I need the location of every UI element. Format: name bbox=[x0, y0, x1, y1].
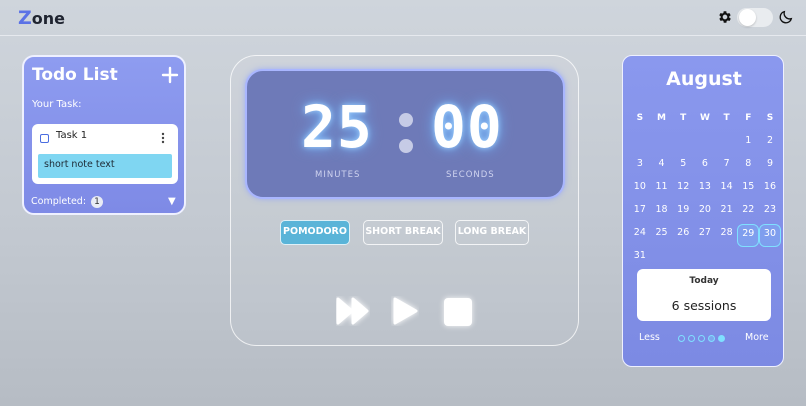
weekday-label: T bbox=[723, 113, 730, 123]
day-cell[interactable] bbox=[651, 132, 673, 155]
legend-dot bbox=[688, 335, 695, 342]
day-cell[interactable]: 1 bbox=[737, 132, 759, 155]
task-checkbox[interactable] bbox=[40, 134, 49, 143]
weekday-label: M bbox=[657, 113, 667, 123]
weekday-label: S bbox=[766, 113, 774, 123]
today-card: Today 6 sessions bbox=[637, 269, 771, 321]
colon-dot-top bbox=[399, 113, 413, 127]
day-cell[interactable]: 15 bbox=[737, 178, 759, 201]
day-cell[interactable]: 18 bbox=[651, 201, 673, 224]
pomodoro-button[interactable]: POMODORO bbox=[280, 220, 350, 245]
completed-count-badge: 1 bbox=[91, 196, 104, 208]
week-row: 31 bbox=[629, 247, 783, 270]
day-cell[interactable] bbox=[629, 132, 651, 155]
legend-dot bbox=[708, 335, 715, 342]
minutes-value: 25 bbox=[301, 93, 373, 161]
day-cell[interactable]: 28 bbox=[716, 224, 738, 247]
task-card: Task 1 short note text bbox=[32, 124, 178, 184]
theme-toggle[interactable] bbox=[737, 8, 773, 27]
week-row: 1 2 bbox=[629, 132, 783, 155]
day-cell[interactable]: 13 bbox=[694, 178, 716, 201]
more-options-icon[interactable] bbox=[161, 132, 165, 144]
day-cell[interactable]: 11 bbox=[651, 178, 673, 201]
day-cell[interactable]: 22 bbox=[737, 201, 759, 224]
logo[interactable]: Zone bbox=[18, 7, 65, 29]
legend-dot bbox=[678, 335, 685, 342]
minutes-label: MINUTES bbox=[315, 170, 361, 180]
short-break-button[interactable]: SHORT BREAK bbox=[363, 220, 443, 245]
day-cell-highlighted[interactable]: 29 bbox=[737, 224, 760, 247]
day-cell[interactable]: 10 bbox=[629, 178, 651, 201]
day-cell[interactable]: 3 bbox=[629, 155, 651, 178]
legend-more-label: More bbox=[745, 332, 769, 343]
day-cell[interactable]: 19 bbox=[672, 201, 694, 224]
day-cell[interactable]: 14 bbox=[716, 178, 738, 201]
task-note[interactable]: short note text bbox=[38, 154, 172, 178]
day-cell[interactable]: 31 bbox=[629, 247, 651, 270]
day-cell[interactable]: 20 bbox=[694, 201, 716, 224]
day-cell-highlighted[interactable]: 30 bbox=[759, 224, 781, 247]
gear-icon[interactable] bbox=[717, 9, 733, 25]
seconds-value: 00 bbox=[431, 93, 503, 161]
week-row: 10 11 12 13 14 15 16 bbox=[629, 178, 783, 201]
timer-panel: 25 00 MINUTES SECONDS POMODORO SHORT BRE… bbox=[230, 55, 579, 346]
moon-icon bbox=[779, 10, 793, 24]
stop-icon[interactable] bbox=[444, 298, 472, 326]
week-row: 17 18 19 20 21 22 23 bbox=[629, 201, 783, 224]
day-cell[interactable]: 21 bbox=[716, 201, 738, 224]
day-cell[interactable]: 27 bbox=[694, 224, 716, 247]
day-cell[interactable]: 7 bbox=[716, 155, 738, 178]
today-label: Today bbox=[689, 276, 719, 286]
completed-label[interactable]: Completed: 1 bbox=[31, 196, 104, 208]
day-cell[interactable] bbox=[716, 132, 738, 155]
day-cell[interactable]: 12 bbox=[672, 178, 694, 201]
day-cell[interactable]: 23 bbox=[759, 201, 781, 224]
week-row: 24 25 26 27 28 29 30 bbox=[629, 224, 783, 247]
day-cell[interactable]: 9 bbox=[759, 155, 781, 178]
calendar-grid: S M T W T F S 1 2 3 4 5 6 7 8 9 10 11 12… bbox=[629, 109, 783, 270]
day-cell[interactable]: 6 bbox=[694, 155, 716, 178]
day-cell[interactable]: 26 bbox=[672, 224, 694, 247]
weekday-label: S bbox=[636, 113, 644, 123]
day-cell[interactable] bbox=[672, 132, 694, 155]
play-icon[interactable] bbox=[391, 296, 419, 326]
your-task-label: Your Task: bbox=[32, 99, 82, 110]
week-row: 3 4 5 6 7 8 9 bbox=[629, 155, 783, 178]
timer-display: 25 00 MINUTES SECONDS bbox=[245, 69, 565, 199]
weekday-label: F bbox=[745, 113, 752, 123]
day-cell[interactable]: 8 bbox=[737, 155, 759, 178]
legend-dot bbox=[698, 335, 705, 342]
weekday-label: W bbox=[699, 113, 710, 123]
day-cell[interactable]: 16 bbox=[759, 178, 781, 201]
day-cell[interactable]: 24 bbox=[629, 224, 651, 247]
day-cell[interactable]: 25 bbox=[651, 224, 673, 247]
fast-forward-icon[interactable] bbox=[336, 296, 370, 326]
sessions-count: 6 sessions bbox=[671, 298, 737, 313]
expand-caret-icon[interactable]: ▼ bbox=[168, 196, 176, 207]
header: Zone bbox=[0, 0, 806, 36]
day-cell[interactable] bbox=[694, 132, 716, 155]
plus-icon[interactable] bbox=[161, 66, 179, 84]
calendar-panel: August S M T W T F S 1 2 3 4 5 6 7 8 9 1… bbox=[622, 55, 784, 367]
weekday-row: S M T W T F S bbox=[629, 109, 783, 132]
month-title: August bbox=[666, 68, 742, 90]
toggle-knob bbox=[739, 9, 756, 26]
long-break-button[interactable]: LONG BREAK bbox=[455, 220, 529, 245]
task-name: Task 1 bbox=[56, 130, 88, 141]
day-cell[interactable]: 17 bbox=[629, 201, 651, 224]
legend-less-label: Less bbox=[639, 332, 660, 343]
todo-title: Todo List bbox=[32, 65, 118, 85]
legend-dot bbox=[718, 335, 725, 342]
weekday-label: T bbox=[680, 113, 687, 123]
colon-dot-bottom bbox=[399, 139, 413, 153]
day-cell[interactable]: 4 bbox=[651, 155, 673, 178]
day-cell[interactable]: 5 bbox=[672, 155, 694, 178]
day-cell[interactable]: 2 bbox=[759, 132, 781, 155]
seconds-label: SECONDS bbox=[446, 170, 495, 180]
todo-panel: Todo List Your Task: Task 1 short note t… bbox=[22, 55, 186, 215]
